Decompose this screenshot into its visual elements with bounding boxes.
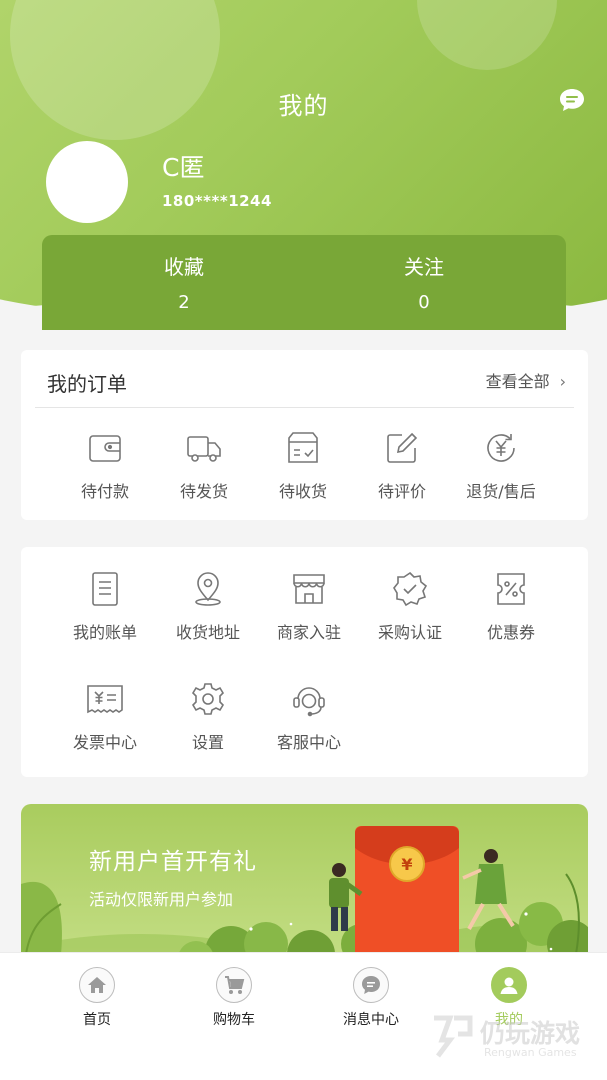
orders-title: 我的订单 <box>47 372 127 396</box>
service-address[interactable]: 收货地址 <box>158 571 258 643</box>
order-pending-review[interactable]: 待评价 <box>352 430 452 502</box>
service-settings[interactable]: 设置 <box>158 681 258 753</box>
home-icon <box>79 967 115 1003</box>
service-label: 采购认证 <box>377 623 442 642</box>
woman-figure <box>462 849 515 930</box>
order-pending-payment[interactable]: 待付款 <box>55 430 155 502</box>
follow-count: 0 <box>418 292 430 313</box>
shop-icon <box>293 574 325 604</box>
order-item-label: 退货/售后 <box>466 482 536 501</box>
order-pending-shipment[interactable]: 待发货 <box>154 430 254 502</box>
banner-subtitle: 活动仅限新用户参加 <box>89 890 234 909</box>
service-label: 发票中心 <box>72 733 137 752</box>
chat-bubble-icon[interactable] <box>558 86 586 114</box>
service-my-bill[interactable]: 我的账单 <box>55 571 155 643</box>
watermark-text: 仍玩游戏 <box>480 1019 581 1048</box>
page-title: 我的 <box>278 92 329 120</box>
decor-circle <box>417 0 557 70</box>
tab-messages[interactable]: 消息中心 <box>316 967 426 1029</box>
favorites-count: 2 <box>178 292 190 313</box>
order-item-label: 待付款 <box>80 482 129 501</box>
service-purchase-certification[interactable]: 采购认证 <box>360 571 460 643</box>
chevron-right-icon: › <box>559 372 566 391</box>
coupon-icon <box>497 573 525 605</box>
new-user-promo-banner[interactable]: ¥ 新用户首开有礼 活动仅限新用户参加 <box>21 804 588 964</box>
orders-card: 我的订单 查看全部 › 待付款 待发货 待收货 待评价 退货/售后 <box>21 350 588 520</box>
order-item-label: 待评价 <box>377 482 426 501</box>
service-label: 客服中心 <box>276 733 341 752</box>
user-phone: 180****1244 <box>162 192 272 210</box>
service-customer-center[interactable]: 客服中心 <box>259 681 359 753</box>
favorites-label: 收藏 <box>164 255 204 279</box>
gear-icon <box>191 683 225 715</box>
stats-card: 收藏 2 关注 0 <box>42 235 566 330</box>
user-icon <box>491 967 527 1003</box>
follow-stat[interactable]: 关注 0 <box>354 251 494 313</box>
order-pending-receipt[interactable]: 待收货 <box>253 430 353 502</box>
location-icon <box>195 572 221 606</box>
truck-icon <box>187 436 221 462</box>
banner-illustration: ¥ <box>21 826 588 964</box>
cart-icon <box>216 967 252 1003</box>
service-merchant-join[interactable]: 商家入驻 <box>259 571 359 643</box>
headset-icon <box>293 687 325 717</box>
banner-title: 新用户首开有礼 <box>89 849 257 875</box>
tab-label: 首页 <box>83 1012 111 1028</box>
tab-label: 购物车 <box>213 1012 255 1028</box>
watermark-subtext: Rengwan Games <box>484 1046 577 1059</box>
service-coupons[interactable]: 优惠券 <box>461 571 561 643</box>
follow-label: 关注 <box>404 255 444 279</box>
tab-label: 消息中心 <box>343 1012 399 1028</box>
view-all-orders-link[interactable]: 查看全部 › <box>486 368 566 392</box>
service-label: 收货地址 <box>175 623 240 642</box>
bill-icon <box>92 572 118 606</box>
invoice-icon <box>87 685 123 714</box>
watermark-logo-icon <box>434 1015 473 1058</box>
services-card: 我的账单 收货地址 商家入驻 采购认证 优惠券 发票中心 设置 客服中心 <box>21 547 588 777</box>
box-icon <box>288 432 318 463</box>
order-item-label: 待发货 <box>179 482 228 501</box>
refund-icon <box>487 434 515 462</box>
message-icon <box>353 967 389 1003</box>
order-refund-aftersale[interactable]: 退货/售后 <box>451 430 551 502</box>
tab-cart[interactable]: 购物车 <box>179 967 289 1029</box>
service-label: 优惠券 <box>486 623 535 642</box>
view-all-label: 查看全部 <box>485 372 550 391</box>
avatar[interactable] <box>46 141 128 223</box>
edit-icon <box>387 432 418 463</box>
profile-header: 我的 C匿 180****1244 收藏 2 关注 0 <box>0 0 607 330</box>
red-envelope-icon: ¥ <box>355 826 459 964</box>
watermark: 仍玩游戏 Rengwan Games <box>428 1010 598 1070</box>
tab-home[interactable]: 首页 <box>42 967 152 1029</box>
user-name: C匿 <box>162 153 205 182</box>
service-label: 设置 <box>191 733 224 752</box>
favorites-stat[interactable]: 收藏 2 <box>114 251 254 313</box>
service-label: 我的账单 <box>72 623 137 642</box>
orders-header: 我的订单 查看全部 › <box>35 350 574 408</box>
svg-text:¥: ¥ <box>401 855 412 874</box>
badge-check-icon <box>393 571 428 607</box>
wallet-icon <box>89 435 121 462</box>
order-item-label: 待收货 <box>278 482 327 501</box>
service-label: 商家入驻 <box>276 623 341 642</box>
service-invoice-center[interactable]: 发票中心 <box>55 681 155 753</box>
